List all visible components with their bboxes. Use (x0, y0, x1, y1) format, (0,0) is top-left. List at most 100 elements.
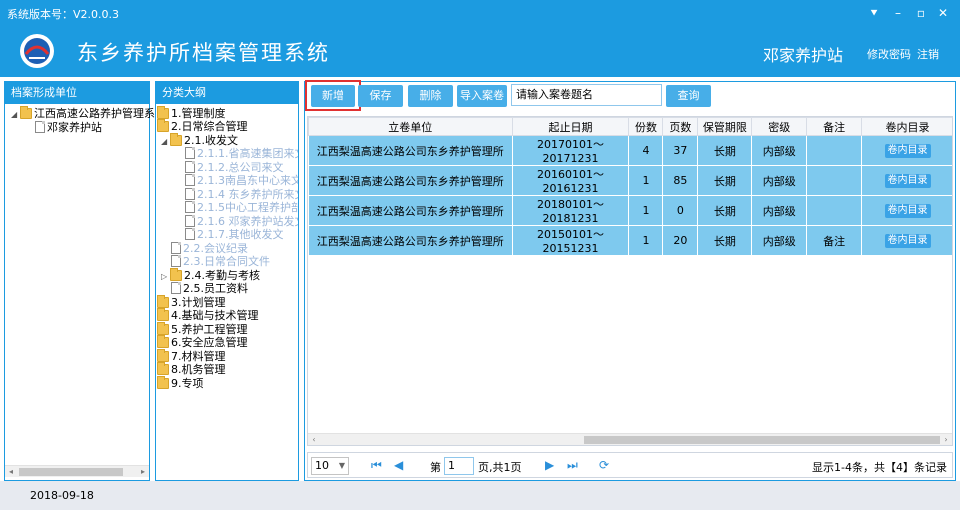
maximize-icon[interactable]: ▫ (910, 3, 932, 23)
tree-node-cat-5[interactable]: 5.养护工程管理 (157, 322, 248, 337)
tree-node-cat-6[interactable]: 6.安全应急管理 (157, 335, 248, 350)
tree-node-cat-7[interactable]: 7.材料管理 (157, 349, 226, 364)
delete-button[interactable]: 删除 (408, 85, 453, 107)
scroll-left-icon[interactable]: ‹ (308, 434, 320, 445)
archive-grid: 立卷单位 起止日期 份数 页数 保管期限 密级 备注 卷内目录 江西梨温高速公路… (307, 116, 953, 446)
tree-node-cat-2-2[interactable]: 2.2.会议纪录 (171, 242, 248, 256)
table-row[interactable]: 江西梨温高速公路公司东乡养护管理所 20160101～20161231 1 85… (308, 165, 952, 196)
scroll-right-icon[interactable]: ▸ (137, 466, 149, 478)
file-icon (185, 228, 195, 240)
tree-node-dengjia[interactable]: 邓家养护站 (35, 121, 102, 135)
page-size-select[interactable]: 10 ▼ (311, 457, 349, 475)
collapse-icon[interactable]: ◢ (161, 135, 169, 149)
cell-security: 内部级 (751, 165, 808, 196)
minimize-icon[interactable]: – (887, 3, 909, 23)
next-page-icon[interactable]: ▶ (545, 458, 554, 472)
close-icon[interactable]: ✕ (932, 3, 954, 23)
tree-node-cat-2-1-1[interactable]: 2.1.1.省高速集团来文 (185, 147, 298, 161)
catalog-button[interactable]: 卷内目录 (884, 144, 931, 158)
column-header[interactable]: 备注 (806, 117, 863, 136)
first-page-icon[interactable]: ⏮ (371, 458, 382, 473)
cell-retention: 长期 (697, 195, 753, 226)
save-button[interactable]: 保存 (358, 85, 403, 107)
tree-node-label: 2.3.日常合同文件 (183, 255, 270, 268)
tree-node-unit-root[interactable]: ◢ 江西高速公路养护管理系 (11, 106, 155, 122)
tree-node-label: 邓家养护站 (47, 121, 102, 134)
tree-node-cat-2-1-3[interactable]: 2.1.3南昌东中心来文 (185, 174, 298, 188)
cell-unit: 江西梨温高速公路公司东乡养护管理所 (308, 135, 513, 166)
search-input[interactable]: 请输入案卷题名 (511, 84, 662, 106)
scrollbar-thumb[interactable] (584, 436, 940, 444)
table-header-row: 立卷单位 起止日期 份数 页数 保管期限 密级 备注 卷内目录 (308, 117, 952, 136)
scrollbar-thumb[interactable] (19, 468, 123, 476)
folder-icon (157, 349, 169, 362)
dropdown-menu-icon[interactable]: ⯆ (863, 3, 885, 23)
grid-scrollbar[interactable]: ‹ › (308, 433, 952, 445)
tree-node-cat-3[interactable]: 3.计划管理 (157, 295, 226, 310)
tree-node-label: 2.1.2.总公司来文 (197, 161, 284, 174)
cell-retention: 长期 (697, 165, 753, 196)
column-header[interactable]: 份数 (628, 117, 664, 136)
scroll-left-icon[interactable]: ◂ (5, 466, 17, 478)
tree-node-cat-2-1[interactable]: ◢ 2.1.收发文 (161, 133, 238, 149)
tree-node-label: 9.专项 (171, 377, 204, 390)
table-row[interactable]: 江西梨温高速公路公司东乡养护管理所 20170101～20171231 4 37… (308, 135, 952, 166)
tree-node-label: 2.1.收发文 (184, 134, 238, 147)
last-page-icon[interactable]: ⏭ (567, 458, 578, 473)
scroll-right-icon[interactable]: › (940, 434, 952, 445)
tree-node-cat-2-1-6[interactable]: 2.1.6 邓家养护站发文 (185, 215, 298, 229)
tree-node-cat-8[interactable]: 8.机务管理 (157, 362, 226, 377)
catalog-button[interactable]: 卷内目录 (884, 204, 931, 218)
column-header[interactable]: 卷内目录 (861, 117, 952, 136)
column-header[interactable]: 密级 (751, 117, 808, 136)
column-header[interactable]: 立卷单位 (308, 117, 513, 136)
table-row[interactable]: 江西梨温高速公路公司东乡养护管理所 20150101～20151231 1 20… (308, 225, 952, 256)
unit-panel-scrollbar[interactable]: ◂ ▸ (5, 465, 149, 477)
column-header[interactable]: 起止日期 (511, 117, 630, 136)
column-header[interactable]: 保管期限 (697, 117, 753, 136)
tree-node-label: 2.5.员工资料 (183, 282, 248, 295)
tree-node-cat-2-5[interactable]: 2.5.员工资料 (171, 282, 248, 296)
import-button[interactable]: 导入案卷 (457, 85, 507, 107)
tree-node-cat-2-1-5[interactable]: 2.1.5中心工程养护部 (185, 201, 299, 215)
tree-node-label: 2.1.5中心工程养护部 (197, 201, 299, 214)
table-row[interactable]: 江西梨温高速公路公司东乡养护管理所 20180101～20181231 1 0 … (308, 195, 952, 226)
tree-node-cat-4[interactable]: 4.基础与技术管理 (157, 308, 259, 323)
tree-node-cat-2-3[interactable]: 2.3.日常合同文件 (171, 255, 270, 269)
catalog-button[interactable]: 卷内目录 (884, 234, 931, 248)
app-title: 东乡养护所档案管理系统 (77, 41, 330, 65)
cell-date-range: 20170101～20171231 (511, 135, 630, 166)
query-button[interactable]: 查询 (666, 85, 711, 107)
tree-node-cat-1[interactable]: 1.管理制度 (157, 106, 226, 121)
tree-node-label: 1.管理制度 (171, 107, 226, 120)
page-prefix: 第 (430, 461, 441, 474)
cell-retention: 长期 (697, 225, 753, 256)
tree-node-cat-2-4[interactable]: ▷ 2.4.考勤与考核 (161, 268, 260, 284)
logout-link[interactable]: 注销 (917, 46, 939, 62)
tree-node-cat-2[interactable]: 2.日常综合管理 (157, 119, 248, 134)
catalog-button[interactable]: 卷内目录 (884, 174, 931, 188)
page-number-input[interactable]: 1 (444, 457, 474, 475)
cell-catalog: 卷内目录 (861, 165, 952, 196)
tree-node-cat-9[interactable]: 9.专项 (157, 376, 204, 391)
tree-node-label: 8.机务管理 (171, 363, 226, 376)
unit-panel-title: 档案形成单位 (5, 82, 149, 104)
folder-icon (157, 376, 169, 389)
tree-node-cat-2-1-7[interactable]: 2.1.7.其他收发文 (185, 228, 284, 242)
cell-unit: 江西梨温高速公路公司东乡养护管理所 (308, 195, 513, 226)
tree-node-label: 5.养护工程管理 (171, 323, 248, 336)
collapse-icon[interactable]: ◢ (11, 108, 19, 122)
tree-node-label: 2.1.7.其他收发文 (197, 228, 284, 241)
prev-page-icon[interactable]: ◀ (394, 458, 403, 472)
change-password-link[interactable]: 修改密码 (867, 46, 911, 62)
page-suffix: 页,共1页 (478, 461, 522, 474)
content-area: 新增 保存 删除 导入案卷 请输入案卷题名 查询 立卷单位 起止日期 份数 页数… (304, 80, 956, 481)
tree-node-label: 2.4.考勤与考核 (184, 269, 260, 282)
tree-node-cat-2-1-2[interactable]: 2.1.2.总公司来文 (185, 161, 284, 175)
refresh-icon[interactable]: ⟳ (599, 458, 609, 472)
highlight-box (305, 80, 361, 111)
column-header[interactable]: 页数 (662, 117, 699, 136)
cell-security: 内部级 (751, 195, 808, 226)
expand-icon[interactable]: ▷ (161, 270, 169, 284)
tree-node-cat-2-1-4[interactable]: 2.1.4 东乡养护所来文 (185, 188, 298, 202)
